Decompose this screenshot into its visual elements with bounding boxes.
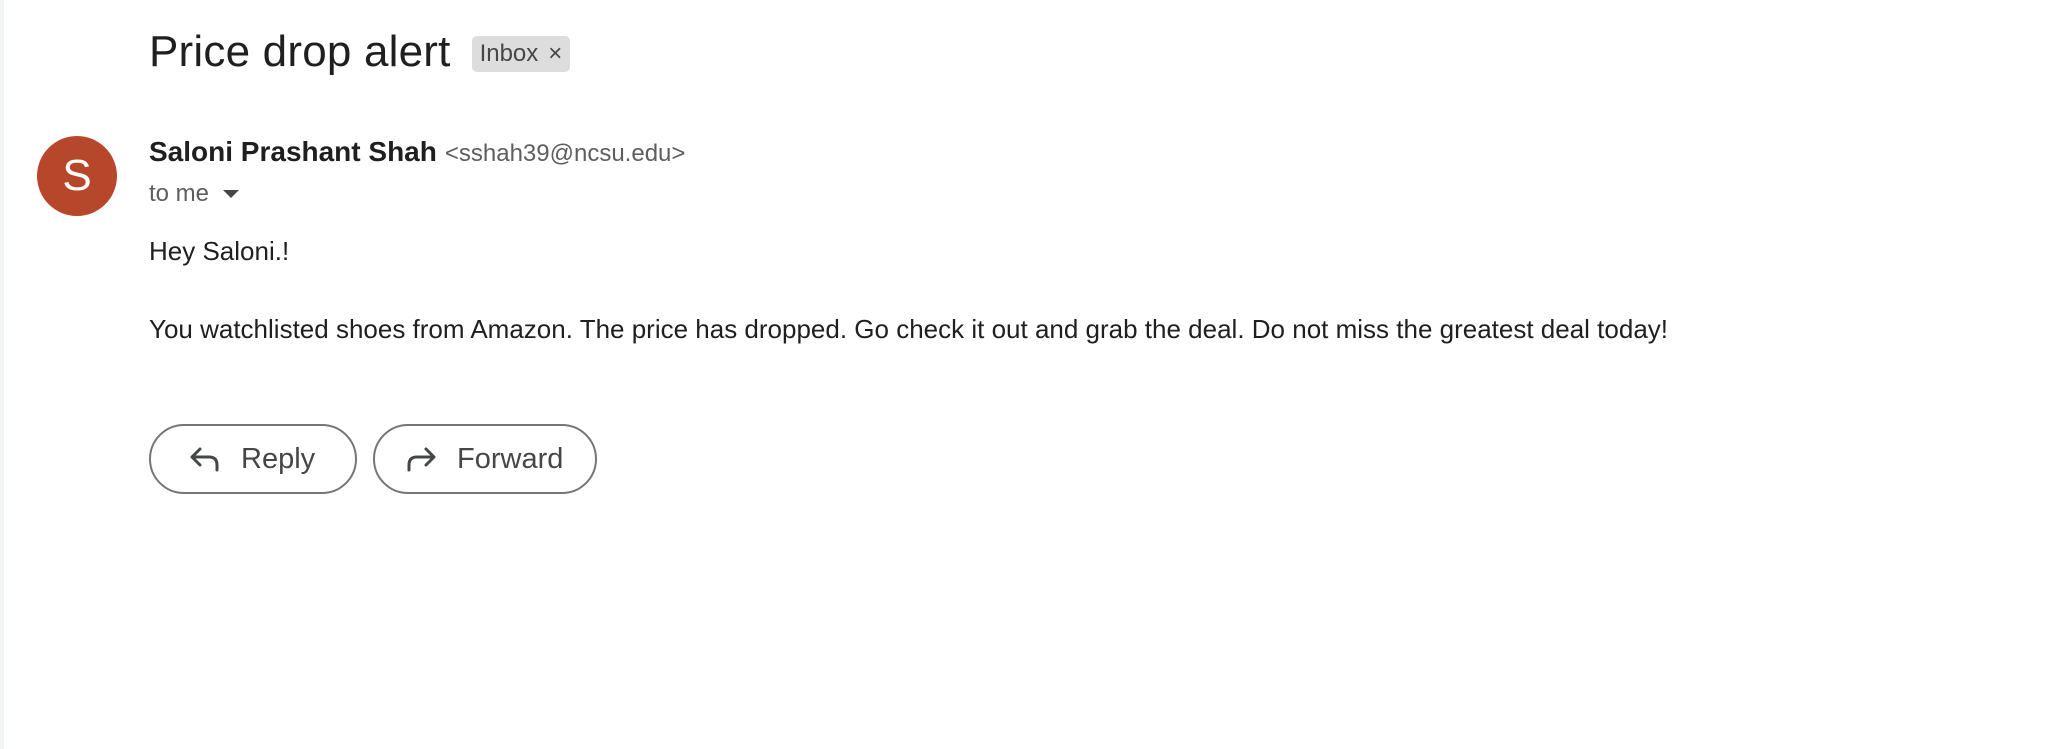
email-subject: Price drop alert bbox=[149, 27, 451, 76]
reply-button[interactable]: Reply bbox=[149, 424, 357, 494]
recipient-details-toggle[interactable]: to me bbox=[149, 180, 240, 208]
recipient-text: to me bbox=[149, 180, 210, 207]
label-text: Inbox bbox=[479, 40, 539, 67]
sender-row: Saloni Prashant Shah <sshah39@ncsu.edu> bbox=[149, 136, 685, 168]
chevron-down-icon[interactable] bbox=[223, 190, 240, 198]
forward-arrow-icon bbox=[405, 445, 437, 473]
reply-label: Reply bbox=[241, 442, 316, 475]
sender-avatar[interactable]: S bbox=[37, 136, 117, 216]
reply-arrow-icon bbox=[189, 445, 221, 473]
email-greeting: Hey Saloni.! bbox=[149, 236, 290, 266]
email-message: You watchlisted shoes from Amazon. The p… bbox=[149, 314, 1669, 344]
left-divider bbox=[0, 0, 4, 749]
forward-label: Forward bbox=[457, 442, 564, 475]
inbox-label-chip[interactable]: Inbox × bbox=[471, 36, 571, 72]
avatar-letter: S bbox=[62, 151, 92, 200]
remove-label-icon[interactable]: × bbox=[548, 40, 562, 68]
email-view: Price drop alert Inbox × S Saloni Prasha… bbox=[0, 0, 2046, 749]
sender-name[interactable]: Saloni Prashant Shah bbox=[149, 136, 437, 168]
subject-row: Price drop alert Inbox × bbox=[149, 22, 571, 82]
sender-email: <sshah39@ncsu.edu> bbox=[444, 140, 686, 167]
forward-button[interactable]: Forward bbox=[373, 424, 597, 494]
